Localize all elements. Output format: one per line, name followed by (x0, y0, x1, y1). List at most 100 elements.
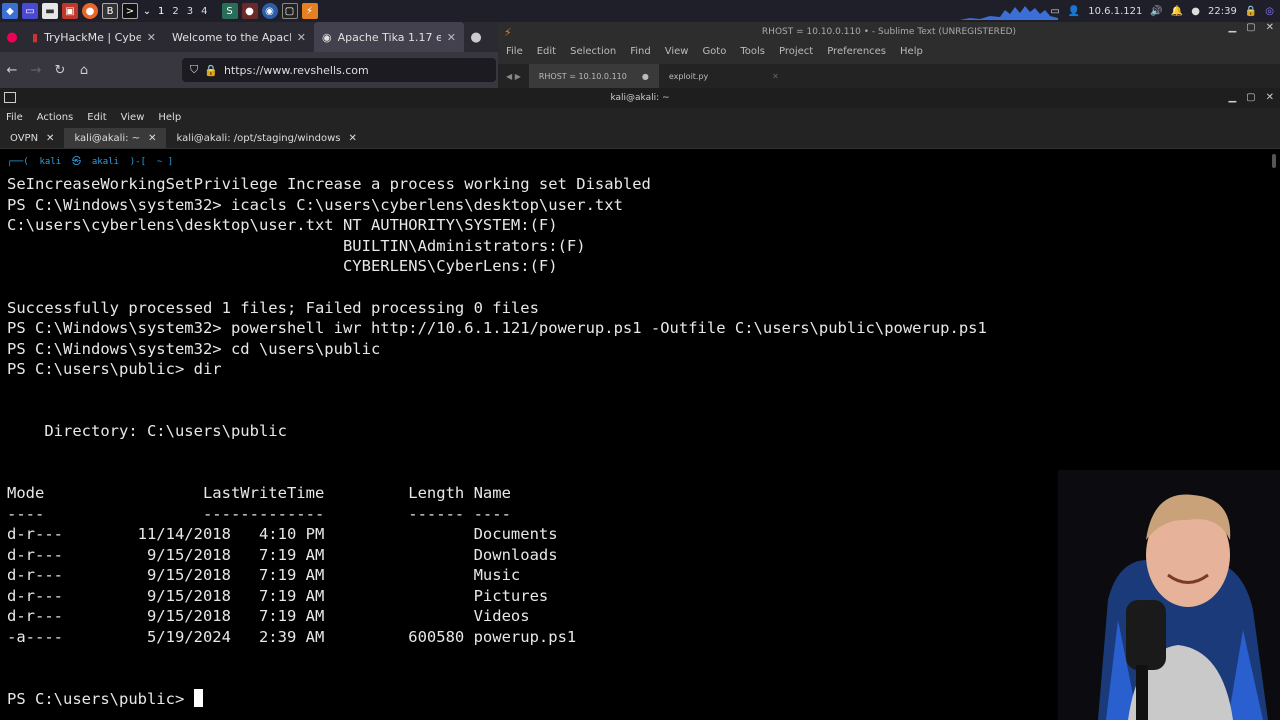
sublime-menu-tools[interactable]: Tools (740, 46, 765, 57)
desktop-icon[interactable]: ▭ (22, 3, 38, 19)
terminal-tab-home[interactable]: kali@akali: ~ ✕ (64, 128, 167, 148)
sublime-menu-edit[interactable]: Edit (537, 46, 556, 57)
terminal-line: PS C:\users\public> dir (7, 360, 222, 379)
tab-label: OVPN (10, 132, 39, 144)
lock-icon[interactable]: 🔒 (1245, 6, 1257, 17)
minimize-icon[interactable]: ▁ (1228, 92, 1236, 103)
sublime-tab-strip: ◀ ▶ RHOST = 10.10.0.110 ● exploit.py ✕ (498, 64, 1280, 88)
close-icon[interactable]: ✕ (1266, 22, 1274, 33)
terminal-line: C:\users\cyberlens\desktop\user.txt NT A… (7, 216, 558, 235)
sublime-menu-find[interactable]: Find (630, 46, 651, 57)
terminal-menu-actions[interactable]: Actions (37, 112, 74, 123)
browser-tab-tika[interactable]: ◉ Apache Tika 1.17 e ✕ (314, 22, 464, 52)
url-bar[interactable]: ⛉ 🔒 https://www.revshells.com (182, 58, 496, 82)
kali-menu-icon[interactable]: ◆ (2, 3, 18, 19)
workspace-3[interactable]: 3 (187, 6, 193, 17)
sublime-menu-file[interactable]: File (506, 46, 523, 57)
terminal-line: CYBERLENS\CyberLens:(F) (7, 257, 558, 276)
close-icon[interactable]: ✕ (148, 133, 156, 144)
close-icon[interactable]: ✕ (1266, 92, 1274, 103)
user-icon[interactable]: 👤 (1068, 6, 1080, 17)
sublime-menu-project[interactable]: Project (779, 46, 813, 57)
power-icon[interactable]: ◎ (1265, 6, 1274, 17)
back-icon[interactable]: ← (0, 63, 24, 78)
close-icon[interactable]: ✕ (447, 31, 456, 44)
terminal-menu-bar: File Actions Edit View Help (0, 108, 1280, 126)
terminal-red-icon[interactable]: ▣ (62, 3, 78, 19)
close-icon[interactable]: ✕ (297, 31, 306, 44)
tab-label: kali@akali: /opt/staging/windows (176, 132, 341, 144)
sublime-menu-selection[interactable]: Selection (570, 46, 616, 57)
workspace-4[interactable]: 4 (201, 6, 207, 17)
firefox-icon[interactable]: ● (82, 3, 98, 19)
terminal-scrollbar[interactable] (1272, 154, 1276, 168)
sublime-taskbar-icon[interactable]: S (221, 3, 238, 19)
zsh-prompt-header: ┌──( kali ㉿ akali )-[ ~ ] (7, 157, 174, 167)
terminal-menu-file[interactable]: File (6, 112, 23, 123)
sublime-tab-exploit[interactable]: exploit.py ✕ (659, 64, 789, 88)
browser-tab-apache[interactable]: Welcome to the Apache ✕ (164, 22, 314, 52)
minimize-icon[interactable]: ▁ (1228, 22, 1236, 33)
workspace-2[interactable]: 2 (172, 6, 178, 17)
browser-tab-tryhackme[interactable]: ▮ TryHackMe | CyberL ✕ (24, 22, 164, 52)
tab-label: Welcome to the Apache (172, 30, 291, 44)
sublime-tab-rhost[interactable]: RHOST = 10.10.0.110 ● (528, 64, 659, 88)
url-text: https://www.revshells.com (223, 63, 369, 77)
tab-label: RHOST = 10.10.0.110 (538, 71, 627, 81)
notification-icon[interactable]: ▭ (1050, 6, 1059, 17)
file-manager-icon[interactable]: ▬ (42, 3, 58, 19)
maximize-icon[interactable]: ▢ (1246, 92, 1255, 103)
terminal-menu-edit[interactable]: Edit (87, 112, 106, 123)
browser-window: ● ▮ TryHackMe | CyberL ✕ Welcome to the … (0, 22, 500, 88)
close-icon[interactable]: ✕ (772, 72, 779, 81)
close-icon[interactable]: ✕ (46, 133, 54, 144)
sublime-menu-view[interactable]: View (665, 46, 689, 57)
chrome-taskbar-icon[interactable]: ◉ (261, 3, 278, 19)
terminal-title: kali@akali: ~ (610, 93, 670, 103)
github-icon[interactable]: ● (464, 30, 488, 45)
tab-nav-arrows-icon[interactable]: ◀ ▶ (498, 72, 529, 81)
dropdown-icon[interactable]: ⌄ (142, 3, 152, 19)
browser-tab-strip: ● ▮ TryHackMe | CyberL ✕ Welcome to the … (0, 22, 500, 52)
terminal-line: PS C:\Windows\system32> icacls C:\users\… (7, 195, 623, 214)
tab-label: exploit.py (668, 71, 709, 81)
browser-nav-bar: ← → ↻ ⌂ ⛉ 🔒 https://www.revshells.com (0, 52, 500, 88)
system-panel: ◆ ▭ ▬ ▣ ● B > ⌄ 1 2 3 4 S ● ◉ ▢ ⚡ ▭ 👤 10… (0, 0, 1280, 22)
firefox-taskbar-icon[interactable]: ● (241, 3, 258, 19)
forward-icon[interactable]: → (24, 63, 48, 78)
terminal-tab-staging[interactable]: kali@akali: /opt/staging/windows ✕ (166, 128, 366, 148)
volume-icon[interactable]: 🔊 (1150, 6, 1162, 17)
home-icon[interactable]: ⌂ (72, 63, 96, 78)
terminal-icon[interactable]: > (122, 3, 138, 19)
sublime-menu-goto[interactable]: Goto (702, 46, 726, 57)
sublime-window: ⚡ RHOST = 10.10.0.110 • - Sublime Text (… (498, 22, 1280, 88)
terminal-tab-ovpn[interactable]: OVPN ✕ (0, 128, 64, 148)
sublime-menu-preferences[interactable]: Preferences (827, 46, 886, 57)
close-icon[interactable]: ✕ (348, 133, 356, 144)
text-cursor (193, 688, 203, 707)
terminal-menu-help[interactable]: Help (158, 112, 181, 123)
firefox-view-icon[interactable]: ● (0, 30, 24, 45)
sublime-menu-help[interactable]: Help (900, 46, 923, 57)
tab-favicon-icon: ▮ (32, 30, 39, 44)
unsaved-dot-icon: ● (641, 71, 649, 81)
sublime-title-bar: ⚡ RHOST = 10.10.0.110 • - Sublime Text (… (498, 22, 1280, 42)
shield-icon: ⛉ (190, 63, 199, 76)
terminal-taskbar-icon[interactable]: ▢ (281, 3, 298, 19)
terminal-title-bar: kali@akali: ~ ▁ ▢ ✕ (0, 88, 1280, 108)
tab-label: kali@akali: ~ (74, 132, 141, 144)
burp-icon[interactable]: B (102, 3, 118, 19)
terminal-line: PS C:\Windows\system32> powershell iwr h… (7, 319, 987, 338)
terminal-line: Directory: C:\users\public (7, 422, 287, 441)
terminal-tab-strip: OVPN ✕ kali@akali: ~ ✕ kali@akali: /opt/… (0, 126, 1280, 149)
workspace-1[interactable]: 1 (158, 6, 164, 17)
sublime-active-icon[interactable]: ⚡ (301, 3, 318, 19)
maximize-icon[interactable]: ▢ (1246, 22, 1255, 33)
bell-icon[interactable]: 🔔 (1171, 6, 1183, 17)
close-icon[interactable]: ✕ (147, 31, 156, 44)
reload-icon[interactable]: ↻ (48, 63, 72, 78)
terminal-line: Successfully processed 1 files; Failed p… (7, 298, 539, 317)
terminal-menu-view[interactable]: View (121, 112, 145, 123)
